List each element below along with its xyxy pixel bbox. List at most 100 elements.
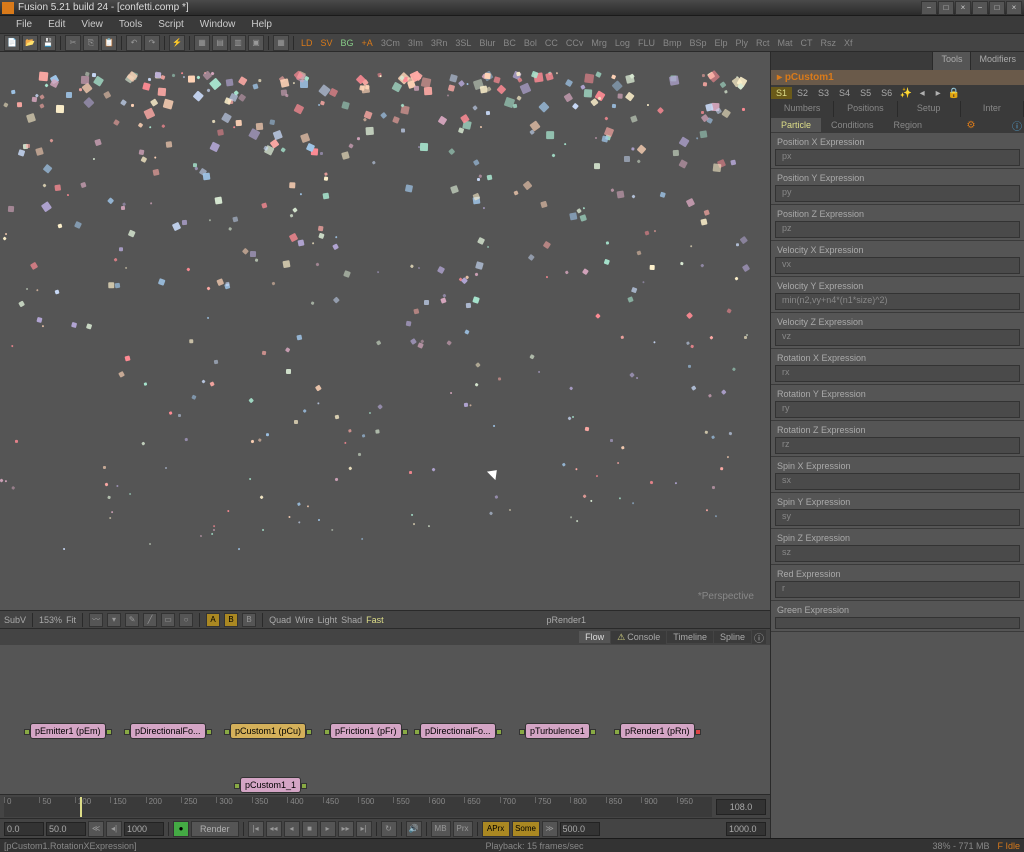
- prop-value-field[interactable]: rz: [775, 437, 1020, 454]
- node-pcustom1_1[interactable]: pCustom1_1: [240, 777, 301, 793]
- tool-ccv[interactable]: CCv: [563, 38, 587, 48]
- cat-tab-inter[interactable]: Inter: [961, 101, 1024, 117]
- menu-window[interactable]: Window: [192, 17, 244, 32]
- wand-icon[interactable]: ✨: [899, 86, 913, 100]
- new-icon[interactable]: 📄: [4, 35, 20, 51]
- s-tab-s3[interactable]: S3: [813, 87, 834, 99]
- flow-tab-console[interactable]: Console: [611, 631, 666, 644]
- node-prender1[interactable]: pRender1 (pRn): [620, 723, 695, 739]
- layout4-icon[interactable]: ▣: [248, 35, 264, 51]
- range-out-field[interactable]: [124, 822, 164, 836]
- minimize-button[interactable]: −: [921, 1, 937, 15]
- mode-fast[interactable]: Fast: [366, 615, 384, 625]
- menu-tools[interactable]: Tools: [111, 17, 150, 32]
- range-in-field[interactable]: [46, 822, 86, 836]
- tool-3rn[interactable]: 3Rn: [428, 38, 451, 48]
- tool-rct[interactable]: Rct: [753, 38, 773, 48]
- prop-value-field[interactable]: py: [775, 185, 1020, 202]
- prop-value-field[interactable]: sy: [775, 509, 1020, 526]
- some-button[interactable]: Some: [512, 821, 540, 837]
- menu-help[interactable]: Help: [243, 17, 280, 32]
- menu-file[interactable]: File: [8, 17, 40, 32]
- panel-tab-tools[interactable]: Tools: [932, 52, 970, 70]
- paint-icon[interactable]: ✎: [125, 613, 139, 627]
- child-close-button[interactable]: ×: [1006, 1, 1022, 15]
- child-minimize-button[interactable]: −: [972, 1, 988, 15]
- gear-icon[interactable]: ⚙: [964, 118, 978, 132]
- tool-ply[interactable]: Ply: [733, 38, 752, 48]
- range-start-field[interactable]: [4, 822, 44, 836]
- tool-bsp[interactable]: BSp: [686, 38, 709, 48]
- mode-quad[interactable]: Quad: [269, 615, 291, 625]
- save-icon[interactable]: 💾: [40, 35, 56, 51]
- info-icon[interactable]: ⓘ: [1010, 118, 1024, 132]
- node-pturbulence1[interactable]: pTurbulence1: [525, 723, 590, 739]
- stop-button[interactable]: ■: [302, 821, 318, 837]
- tool-cc[interactable]: CC: [542, 38, 561, 48]
- prop-value-field[interactable]: px: [775, 149, 1020, 166]
- play-forward-button[interactable]: ▸: [320, 821, 336, 837]
- flow-tab-timeline[interactable]: Timeline: [667, 631, 713, 643]
- prop-value-field[interactable]: r: [775, 581, 1020, 598]
- close-button[interactable]: ×: [955, 1, 971, 15]
- step-back-button[interactable]: ◂◂: [266, 821, 282, 837]
- cat-tab-positions[interactable]: Positions: [834, 101, 897, 117]
- flow-tab-spline[interactable]: Spline: [714, 631, 751, 643]
- cut-icon[interactable]: ✂: [65, 35, 81, 51]
- mode-light[interactable]: Light: [318, 615, 338, 625]
- layout5-icon[interactable]: ▦: [273, 35, 289, 51]
- play-icon[interactable]: ▸: [931, 86, 945, 100]
- render-indicator[interactable]: ●: [173, 821, 189, 837]
- node-pfriction1[interactable]: pFriction1 (pFr): [330, 723, 402, 739]
- b2-button[interactable]: B: [242, 613, 256, 627]
- flow-info-icon[interactable]: ⓘ: [752, 630, 766, 644]
- prop-value-field[interactable]: sz: [775, 545, 1020, 562]
- tool-3sl[interactable]: 3SL: [452, 38, 474, 48]
- tool-bol[interactable]: Bol: [521, 38, 540, 48]
- tool-ld[interactable]: LD: [298, 38, 316, 48]
- sub-tab-particle[interactable]: Particle: [771, 118, 821, 132]
- lock-icon[interactable]: 🔒: [947, 86, 961, 100]
- node-pdirectionalfo...[interactable]: pDirectionalFo...: [420, 723, 496, 739]
- a-button[interactable]: A: [206, 613, 220, 627]
- zoom-display[interactable]: 153%: [39, 615, 62, 625]
- tool-flu[interactable]: FLU: [635, 38, 658, 48]
- node-pdirectionalfo...[interactable]: pDirectionalFo...: [130, 723, 206, 739]
- timeline-current-frame[interactable]: 108.0: [716, 799, 766, 815]
- poly-icon[interactable]: 〰: [89, 613, 103, 627]
- viewer-3d[interactable]: *Perspective: [0, 52, 770, 610]
- prx-button[interactable]: Prx: [453, 821, 473, 837]
- rect-icon[interactable]: ▭: [161, 613, 175, 627]
- tool-bc[interactable]: BC: [500, 38, 519, 48]
- tool-bmp[interactable]: Bmp: [660, 38, 685, 48]
- mode-wire[interactable]: Wire: [295, 615, 314, 625]
- tool-rsz[interactable]: Rsz: [818, 38, 840, 48]
- prop-value-field[interactable]: sx: [775, 473, 1020, 490]
- open-icon[interactable]: 📂: [22, 35, 38, 51]
- prop-value-field[interactable]: pz: [775, 221, 1020, 238]
- prev-icon[interactable]: ◂: [915, 86, 929, 100]
- tool-+a[interactable]: +A: [359, 38, 376, 48]
- prop-value-field[interactable]: min(n2,vy+n4*(n1*size)^2): [775, 293, 1020, 310]
- sub-tab-conditions[interactable]: Conditions: [821, 118, 884, 132]
- mode-shad[interactable]: Shad: [341, 615, 362, 625]
- tool-bg[interactable]: BG: [338, 38, 357, 48]
- s-tab-s2[interactable]: S2: [792, 87, 813, 99]
- tool-mrg[interactable]: Mrg: [588, 38, 610, 48]
- layout1-icon[interactable]: ▦: [194, 35, 210, 51]
- tool-ct[interactable]: CT: [798, 38, 816, 48]
- mb-button[interactable]: MB: [431, 821, 451, 837]
- range-end-field[interactable]: [726, 822, 766, 836]
- loop-button[interactable]: ↻: [381, 821, 397, 837]
- pointer-icon[interactable]: ▾: [107, 613, 121, 627]
- s-tab-s5[interactable]: S5: [855, 87, 876, 99]
- audio-button[interactable]: 🔊: [406, 821, 422, 837]
- circle-icon[interactable]: ○: [179, 613, 193, 627]
- menu-script[interactable]: Script: [150, 17, 192, 32]
- layout3-icon[interactable]: ▥: [230, 35, 246, 51]
- redo-icon[interactable]: ↷: [144, 35, 160, 51]
- subv-button[interactable]: SubV: [4, 615, 26, 625]
- prev-key-button[interactable]: ◂|: [106, 821, 122, 837]
- tool-mat[interactable]: Mat: [775, 38, 796, 48]
- speed-field[interactable]: [560, 822, 600, 836]
